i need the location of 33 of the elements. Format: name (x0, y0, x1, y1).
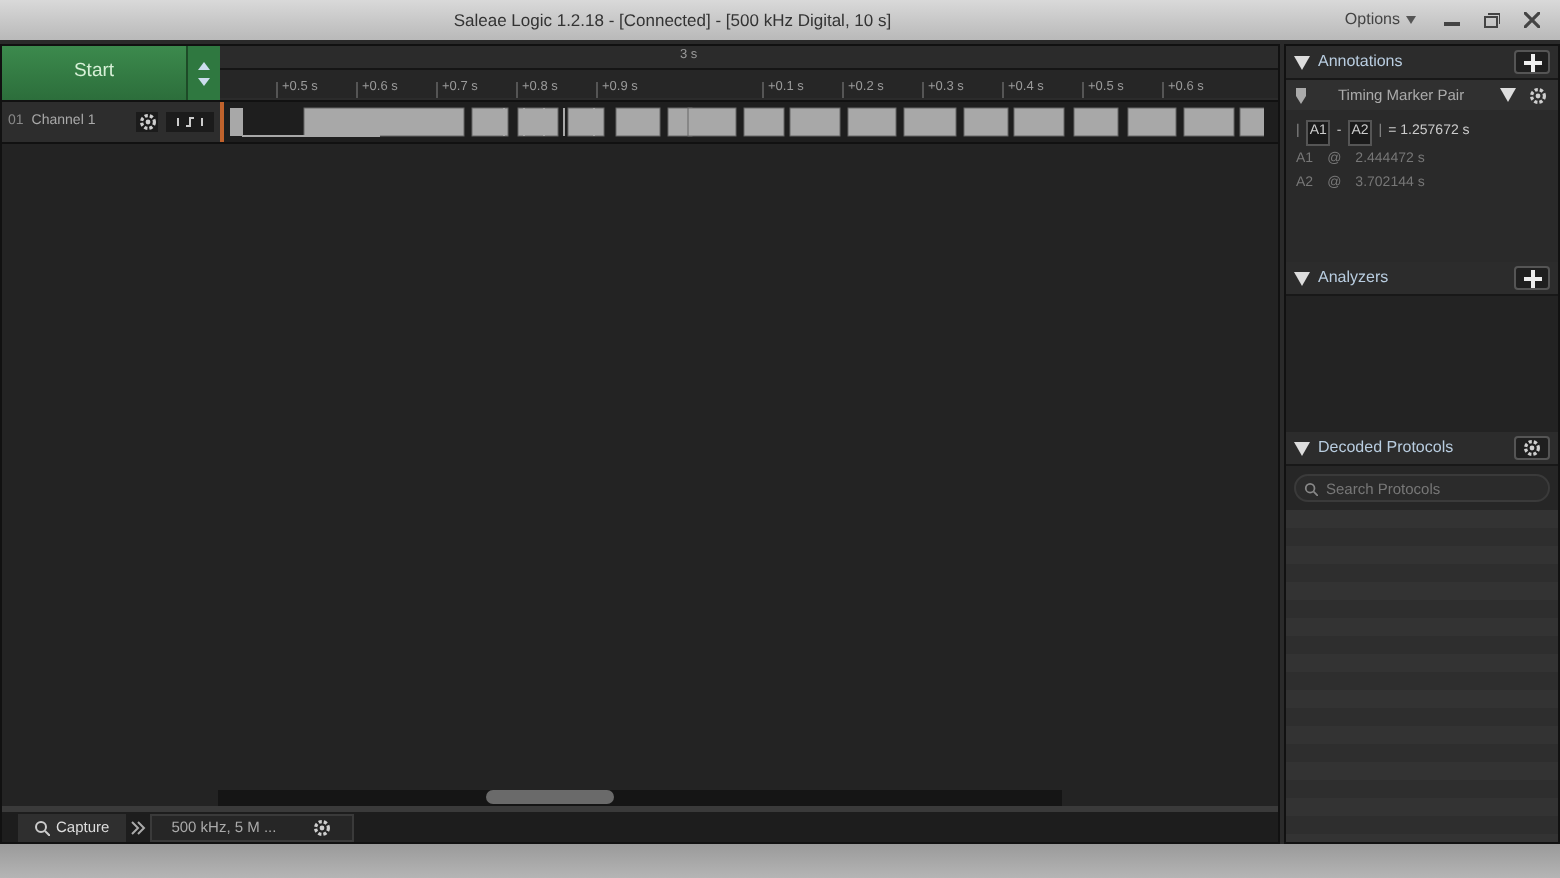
gear-icon (1522, 438, 1542, 458)
collapse-triangle-icon (1294, 271, 1310, 285)
plus-icon (1523, 53, 1541, 71)
gear-icon (137, 112, 157, 132)
caret-icon (1406, 16, 1416, 24)
collapse-triangle-icon (1294, 55, 1310, 69)
horizontal-scrollbar[interactable] (218, 790, 1062, 806)
add-button[interactable] (1514, 266, 1550, 290)
restore-icon[interactable] (1484, 12, 1500, 28)
scrollbar-thumb[interactable] (486, 790, 614, 804)
channel-settings-button[interactable] (136, 112, 158, 132)
gear-icon (312, 818, 333, 838)
start-button[interactable]: Start (2, 46, 188, 100)
settings-button[interactable] (1514, 436, 1550, 460)
search-icon (34, 820, 50, 836)
collapse-triangle-icon (1294, 441, 1310, 455)
gear-icon (1528, 85, 1548, 105)
options-menu[interactable]: Options (1344, 8, 1416, 32)
double-chevron-icon[interactable] (129, 820, 146, 836)
window-title: Saleae Logic 1.2.18 - [Connected] - [500 kHz Digital, 10 s] (451, 7, 894, 33)
collapse-triangle-icon (1500, 88, 1516, 102)
panel-title: Decoded Protocols (1318, 436, 1456, 460)
up-down-arrows-icon (198, 61, 210, 85)
plus-icon (1523, 269, 1541, 287)
marker-icon (1296, 87, 1306, 103)
edge-icon (176, 116, 204, 128)
start-options-button[interactable] (188, 46, 220, 100)
trigger-button[interactable] (166, 112, 214, 132)
add-button[interactable] (1514, 50, 1550, 74)
panel-title: Analyzers (1318, 266, 1391, 290)
search-icon (1304, 481, 1318, 495)
close-icon[interactable] (1524, 12, 1540, 28)
panel-title: Annotations (1318, 50, 1405, 74)
